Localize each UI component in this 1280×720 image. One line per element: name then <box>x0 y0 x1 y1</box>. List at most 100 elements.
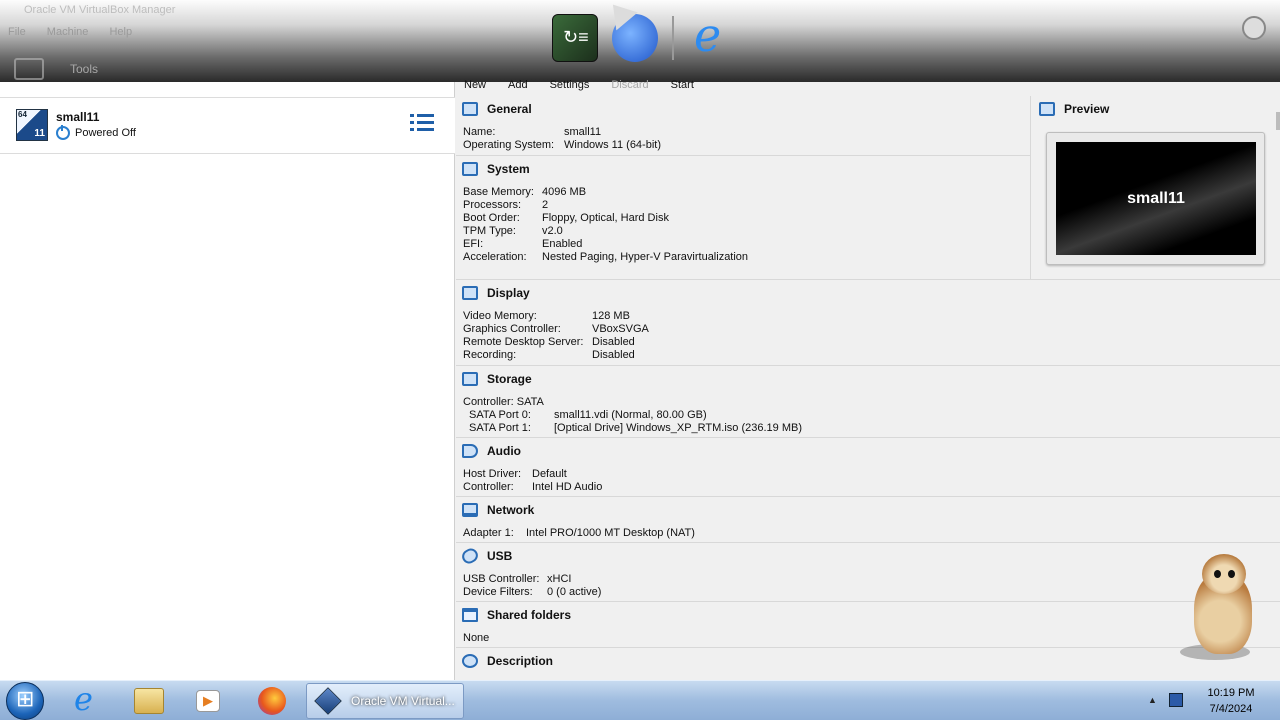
taskbar-internet-explorer-icon[interactable]: e <box>68 680 108 718</box>
vm-list: 64 11 small11 Powered Off <box>0 82 455 680</box>
dock-separator <box>672 16 674 60</box>
details-scrollbar[interactable] <box>1276 112 1280 130</box>
section-display: Display Video Memory: 128 MB Graphics Con… <box>456 280 1280 366</box>
storage-port1-value: [Optical Drive] Windows_XP_RTM.iso (236.… <box>554 422 802 434</box>
chip-icon <box>462 162 478 176</box>
top-dock-bar: Oracle VM VirtualBox Manager File Machin… <box>0 0 1280 82</box>
display-vram-label: Video Memory: <box>463 310 537 322</box>
taskbar-task-label: Oracle VM Virtual... <box>351 694 455 708</box>
section-storage: Storage Controller: SATA SATA Port 0: sma… <box>456 366 1280 438</box>
system-memory-label: Base Memory: <box>463 186 534 198</box>
section-usb-title: USB <box>487 549 513 563</box>
section-shared-title: Shared folders <box>487 608 572 622</box>
menu-machine[interactable]: Machine <box>47 26 89 38</box>
windows-11-vm-icon: 64 11 <box>16 109 48 141</box>
audio-controller-value: Intel HD Audio <box>532 481 603 493</box>
storage-icon <box>462 372 478 386</box>
vm-icon-version-badge: 11 <box>34 128 45 139</box>
system-efi-label: EFI: <box>463 238 484 250</box>
vm-list-item[interactable]: 64 11 small11 Powered Off <box>0 97 455 154</box>
menu-bar: File Machine Help <box>8 26 150 38</box>
section-display-header[interactable]: Display <box>462 286 530 300</box>
vm-item-menu-icon[interactable] <box>410 114 434 136</box>
display-vram-value: 128 MB <box>592 310 630 322</box>
section-system: System Base Memory: 4096 MB Processors: 2 … <box>456 156 1030 280</box>
main-toolbar: New Add Settings Discard Start <box>464 79 716 91</box>
tray-show-hidden-icon[interactable]: ▲ <box>1148 695 1157 705</box>
window-title: Oracle VM VirtualBox Manager <box>24 4 176 16</box>
preview-frame: small11 <box>1046 132 1265 265</box>
system-accel-value: Nested Paging, Hyper-V Paravirtualizatio… <box>542 251 749 263</box>
section-audio-header[interactable]: Audio <box>462 444 521 458</box>
vm-name: small11 <box>56 110 100 124</box>
display-recording-label: Recording: <box>463 349 517 361</box>
taskbar-firefox-icon[interactable] <box>258 687 286 715</box>
section-system-header[interactable]: System <box>462 162 530 176</box>
display-gfx-label: Graphics Controller: <box>463 323 561 335</box>
section-network-title: Network <box>487 503 535 517</box>
network-icon <box>462 503 478 517</box>
display-icon <box>462 286 478 300</box>
start-button-icon[interactable] <box>6 682 44 720</box>
audio-driver-value: Default <box>532 468 567 480</box>
tools-item[interactable]: Tools <box>14 58 98 80</box>
section-system-title: System <box>487 162 530 176</box>
section-display-title: Display <box>487 286 530 300</box>
menu-file[interactable]: File <box>8 26 26 38</box>
system-tray: ▲ <box>1148 693 1183 707</box>
new-button[interactable]: New <box>464 79 486 91</box>
tray-virtualbox-icon[interactable] <box>1168 693 1183 707</box>
usb-controller-value: xHCI <box>547 573 572 585</box>
section-preview-header[interactable]: Preview <box>1039 102 1109 116</box>
section-network: Network Adapter 1: Intel PRO/1000 MT Desk… <box>456 497 1280 543</box>
dock-cube-app-icon[interactable] <box>552 14 598 62</box>
taskbar-media-player-icon[interactable] <box>196 690 220 712</box>
description-icon <box>462 654 478 668</box>
network-adapter-label: Adapter 1: <box>463 527 514 539</box>
section-shared-header[interactable]: Shared folders <box>462 608 571 622</box>
section-storage-title: Storage <box>487 372 532 386</box>
start-button[interactable]: Start <box>671 79 694 91</box>
add-button[interactable]: Add <box>508 79 528 91</box>
storage-port1-label: SATA Port 1: <box>469 422 531 434</box>
system-tpm-value: v2.0 <box>542 225 563 237</box>
system-memory-value: 4096 MB <box>542 186 587 198</box>
dock-internet-explorer-icon[interactable]: e <box>688 8 734 62</box>
system-boot-label: Boot Order: <box>463 212 520 224</box>
dock: e <box>552 8 734 62</box>
section-description-header[interactable]: Description <box>462 654 553 668</box>
taskbar-virtualbox-task[interactable]: Oracle VM Virtual... <box>306 683 464 719</box>
menu-help[interactable]: Help <box>109 26 132 38</box>
usb-filters-label: Device Filters: <box>463 586 533 598</box>
section-usb: USB USB Controller: xHCI Device Filters: 0… <box>456 543 1280 602</box>
monitor-icon <box>462 102 478 116</box>
clock-date: 7/4/2024 <box>1209 703 1253 715</box>
system-efi-value: Enabled <box>542 238 583 250</box>
general-name-value: small11 <box>564 126 602 138</box>
network-adapter-value: Intel PRO/1000 MT Desktop (NAT) <box>526 527 695 539</box>
section-network-header[interactable]: Network <box>462 503 534 517</box>
settings-button[interactable]: Settings <box>550 79 590 91</box>
section-storage-header[interactable]: Storage <box>462 372 532 386</box>
clock-time: 10:19 PM <box>1207 687 1255 699</box>
section-description: Description <box>456 648 1280 680</box>
taskbar: e Oracle VM Virtual... ▲ 10:19 PM 7/4/20… <box>0 680 1280 720</box>
system-accel-label: Acceleration: <box>463 251 527 263</box>
section-general-title: General <box>487 102 532 116</box>
tools-icon <box>14 58 44 80</box>
section-description-title: Description <box>487 654 554 668</box>
general-os-label: Operating System: <box>463 139 555 151</box>
taskbar-file-explorer-icon[interactable] <box>134 688 164 714</box>
vm-icon-arch-badge: 64 <box>18 110 27 119</box>
system-boot-value: Floppy, Optical, Hard Disk <box>542 212 669 224</box>
display-rds-value: Disabled <box>592 336 635 348</box>
discard-button[interactable]: Discard <box>611 79 648 91</box>
storage-port0-value: small11.vdi (Normal, 80.00 GB) <box>554 409 707 421</box>
folder-icon <box>462 608 478 622</box>
general-os-value: Windows 11 (64-bit) <box>564 139 661 151</box>
section-general-header[interactable]: General <box>462 102 532 116</box>
dock-settings-icon[interactable] <box>1242 16 1266 40</box>
taskbar-clock[interactable]: 10:19 PM 7/4/2024 <box>1196 685 1266 717</box>
vm-state: Powered Off <box>56 125 136 140</box>
section-usb-header[interactable]: USB <box>459 545 513 567</box>
